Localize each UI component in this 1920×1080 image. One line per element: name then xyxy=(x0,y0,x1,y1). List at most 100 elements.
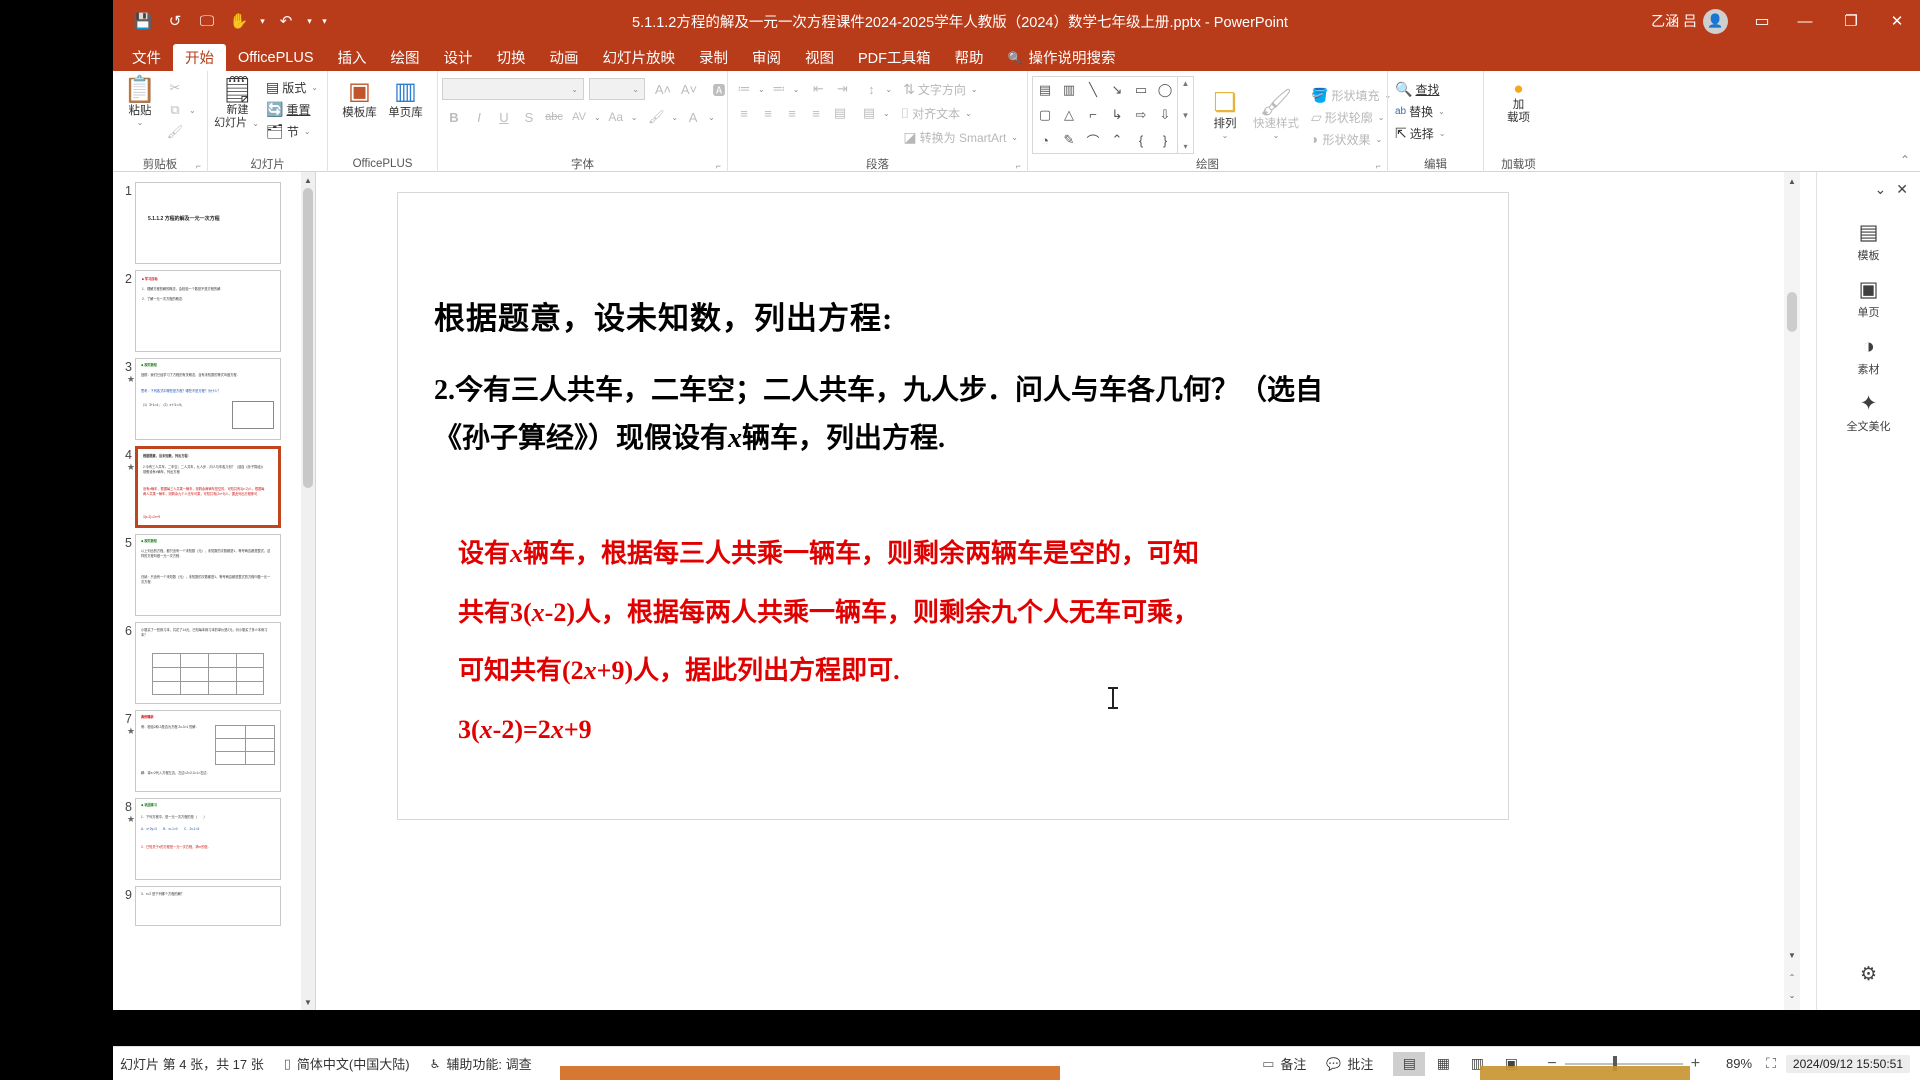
shape-arrow-icon[interactable]: ↘ xyxy=(1108,82,1126,97)
avatar[interactable]: 👤 xyxy=(1703,8,1728,34)
page-library-button[interactable]: ▥ 单页库 xyxy=(383,78,429,122)
slide-heading[interactable]: 根据题意，设未知数，列出方程: xyxy=(434,293,893,338)
tab-design[interactable]: 设计 xyxy=(432,44,485,71)
shape-vertical-textbox-icon[interactable]: ▥ xyxy=(1060,82,1078,97)
font-color-button[interactable]: A xyxy=(681,106,705,128)
arrange-caret-icon[interactable]: ⌄ xyxy=(1220,131,1231,141)
line-spacing-caret-icon[interactable]: ⌄ xyxy=(883,85,894,94)
quick-styles-button[interactable]: 🖌 快速样式 ⌄ xyxy=(1248,87,1304,143)
view-slide-sorter-button[interactable]: ▦ xyxy=(1427,1052,1459,1076)
paste-button[interactable]: 📋 粘贴 ⌄ xyxy=(117,74,163,130)
panel-item-beautify[interactable]: ✦ 全文美化 xyxy=(1817,393,1920,434)
new-slide-caret-icon[interactable]: ⌄ xyxy=(250,119,261,128)
slide-question[interactable]: 2.今有三人共车，二车空；二人共车，九人步．问人与车各几何？（选自 《孙子算经》… xyxy=(434,367,1484,463)
refresh-icon[interactable]: ↺ xyxy=(160,7,190,35)
shape-left-brace-icon[interactable]: { xyxy=(1132,133,1150,148)
shapes-scroll-down-icon[interactable]: ▼ xyxy=(1182,111,1190,120)
panel-collapse-icon[interactable]: ⌄ xyxy=(1875,181,1887,198)
paragraph-dialog-launcher[interactable]: ⌐ xyxy=(1016,161,1021,171)
columns-caret-icon[interactable]: ⌄ xyxy=(881,109,892,118)
layout-caret-icon[interactable]: ⌄ xyxy=(309,83,320,92)
previous-slide-icon[interactable]: ⌃ xyxy=(1784,968,1800,986)
shape-line-icon[interactable]: ╲ xyxy=(1084,82,1102,97)
view-normal-button[interactable]: ▤ xyxy=(1393,1051,1426,1076)
thumbnail-scrollbar[interactable]: ▲ ▼ xyxy=(301,172,315,1010)
tell-me-search[interactable]: 🔍 操作说明搜索 xyxy=(996,44,1128,71)
notes-button[interactable]: ▭ 备注 xyxy=(1252,1054,1316,1073)
thumbnail-preview[interactable]: 典例精析 例：检验2和-3是否为方程 2x-3=1 的解． 解：将x=2代入方程… xyxy=(135,710,281,792)
shape-effects-button[interactable]: ◗ 形状效果 ⌄ xyxy=(1308,128,1396,150)
customize-qat-icon[interactable]: ▾ xyxy=(318,16,331,27)
zoom-level-label[interactable]: 89% xyxy=(1708,1056,1752,1071)
accessibility-indicator[interactable]: ♿ 辅助功能: 调查 xyxy=(420,1054,542,1073)
character-spacing-caret-icon[interactable]: ⌄ xyxy=(592,113,603,122)
section-caret-icon[interactable]: ⌄ xyxy=(302,127,313,136)
tab-insert[interactable]: 插入 xyxy=(326,44,379,71)
undo-icon[interactable]: ↶ xyxy=(271,7,301,35)
slide-vertical-scrollbar[interactable]: ▲ ▼ ⌃ ⌄ xyxy=(1784,172,1800,1010)
tab-file[interactable]: 文件 xyxy=(120,44,173,71)
collapse-ribbon-icon[interactable]: ⌃ xyxy=(1898,153,1912,167)
shape-triangle-icon[interactable]: △ xyxy=(1060,107,1078,122)
close-button[interactable]: ✕ xyxy=(1874,0,1920,42)
shape-right-arrow-icon[interactable]: ⇨ xyxy=(1132,107,1150,122)
bullets-caret-icon[interactable]: ⌄ xyxy=(756,85,767,94)
font-color-caret-icon[interactable]: ⌄ xyxy=(706,113,717,122)
text-shadow-button[interactable]: S xyxy=(517,106,541,128)
thumbnail-item-selected[interactable]: 4 ★ 根据题意，设未知数，列出方程: 2.今有三人共车，二车空；二人共车，九人… xyxy=(113,440,315,528)
shape-oval-icon[interactable]: ◯ xyxy=(1156,82,1174,97)
thumbnail-item[interactable]: 9 3．x=2 是下列哪个方程的解？ xyxy=(113,880,315,926)
smartart-caret-icon[interactable]: ⌄ xyxy=(1009,133,1020,142)
select-button[interactable]: ⇱ 选择 ⌄ xyxy=(1392,122,1450,144)
language-indicator[interactable]: ▯ 简体中文(中国大陆) xyxy=(274,1054,420,1073)
tab-record[interactable]: 录制 xyxy=(687,44,740,71)
text-highlight-caret-icon[interactable]: ⌄ xyxy=(669,113,680,122)
tab-view[interactable]: 视图 xyxy=(793,44,846,71)
line-spacing-button[interactable]: ↕ xyxy=(859,78,883,100)
shape-freeform-icon[interactable]: ✎ xyxy=(1060,132,1078,147)
thumbnail-preview[interactable]: 5.1.1.2 方程的解及一元一次方程 xyxy=(135,182,281,264)
undo-caret-icon[interactable]: ▾ xyxy=(303,16,316,27)
grow-font-icon[interactable]: A˄ xyxy=(651,78,675,100)
thumbnail-item[interactable]: 7 ★ 典例精析 例：检验2和-3是否为方程 2x-3=1 的解． 解：将x=2… xyxy=(113,704,315,792)
shape-textbox-icon[interactable]: ▤ xyxy=(1036,82,1054,97)
arrange-button[interactable]: ❏ 排列 ⌄ xyxy=(1202,87,1248,143)
layout-button[interactable]: ▤ 版式 ⌄ xyxy=(263,76,323,98)
shape-arc-icon[interactable]: ⌒ xyxy=(1084,133,1102,149)
slide-thumbnail-pane[interactable]: 1 5.1.1.2 方程的解及一元一次方程 2 ■ 学习目标 1．理解方程的解的… xyxy=(113,172,316,1010)
thumbnail-preview[interactable]: 根据题意，设未知数，列出方程: 2.今有三人共车，二车空；二人共车，九人步．问人… xyxy=(135,446,281,528)
tab-draw[interactable]: 绘图 xyxy=(379,44,432,71)
touch-mode-caret-icon[interactable]: ▾ xyxy=(256,16,269,27)
zoom-in-button[interactable]: + xyxy=(1691,1055,1700,1073)
tab-officeplus[interactable]: OfficePLUS xyxy=(226,44,326,71)
select-caret-icon[interactable]: ⌄ xyxy=(1437,129,1448,138)
shape-fill-button[interactable]: 🪣 形状填充 ⌄ xyxy=(1308,84,1396,106)
comments-button[interactable]: 💬 批注 xyxy=(1316,1054,1383,1073)
tab-help[interactable]: 帮助 xyxy=(943,44,996,71)
strikethrough-button[interactable]: abc xyxy=(542,106,566,128)
align-center-button[interactable]: ≡ xyxy=(756,102,780,124)
next-slide-icon[interactable]: ⌄ xyxy=(1784,986,1800,1004)
thumbnail-item[interactable]: 6 小丽买了一些练习本，共花了14元，已知每本练习本的单价是2元，问小丽买了多少… xyxy=(113,616,315,704)
thumbnail-scroll-down-icon[interactable]: ▼ xyxy=(301,994,315,1010)
shrink-font-icon[interactable]: A˅ xyxy=(677,78,701,100)
new-slide-button[interactable]: 🗒 新建 幻灯片 ⌄ xyxy=(212,74,263,131)
touch-mode-icon[interactable]: ✋ xyxy=(224,7,254,35)
character-spacing-button[interactable]: AV xyxy=(567,106,591,128)
user-name[interactable]: 乙涵 吕 xyxy=(1651,11,1697,31)
font-dialog-launcher[interactable]: ⌐ xyxy=(716,161,721,171)
shape-elbow-arrow-icon[interactable]: ↳ xyxy=(1108,107,1126,122)
start-presentation-icon[interactable]: 🖵 xyxy=(192,7,222,35)
drawing-dialog-launcher[interactable]: ⌐ xyxy=(1376,161,1381,171)
thumbnail-preview[interactable]: ◆ 巩固练习 1．下列方程中，是一元一次方程的是（ ） A．x+2y=3 B．x… xyxy=(135,798,281,880)
clipboard-dialog-launcher[interactable]: ⌐ xyxy=(196,161,201,171)
replace-button[interactable]: ab 替换 ⌄ xyxy=(1392,100,1450,122)
shape-pie-icon[interactable]: ◔ xyxy=(1036,133,1054,148)
copy-icon[interactable]: ⧉ xyxy=(163,99,187,121)
shape-down-arrow-icon[interactable]: ⇩ xyxy=(1156,107,1174,122)
ribbon-display-options-icon[interactable]: ▭ xyxy=(1742,6,1782,36)
align-text-caret-icon[interactable]: ⌄ xyxy=(963,109,974,118)
thumbnail-scroll-up-icon[interactable]: ▲ xyxy=(301,172,315,188)
restore-button[interactable]: ❐ xyxy=(1828,0,1874,42)
align-right-button[interactable]: ≡ xyxy=(780,102,804,124)
